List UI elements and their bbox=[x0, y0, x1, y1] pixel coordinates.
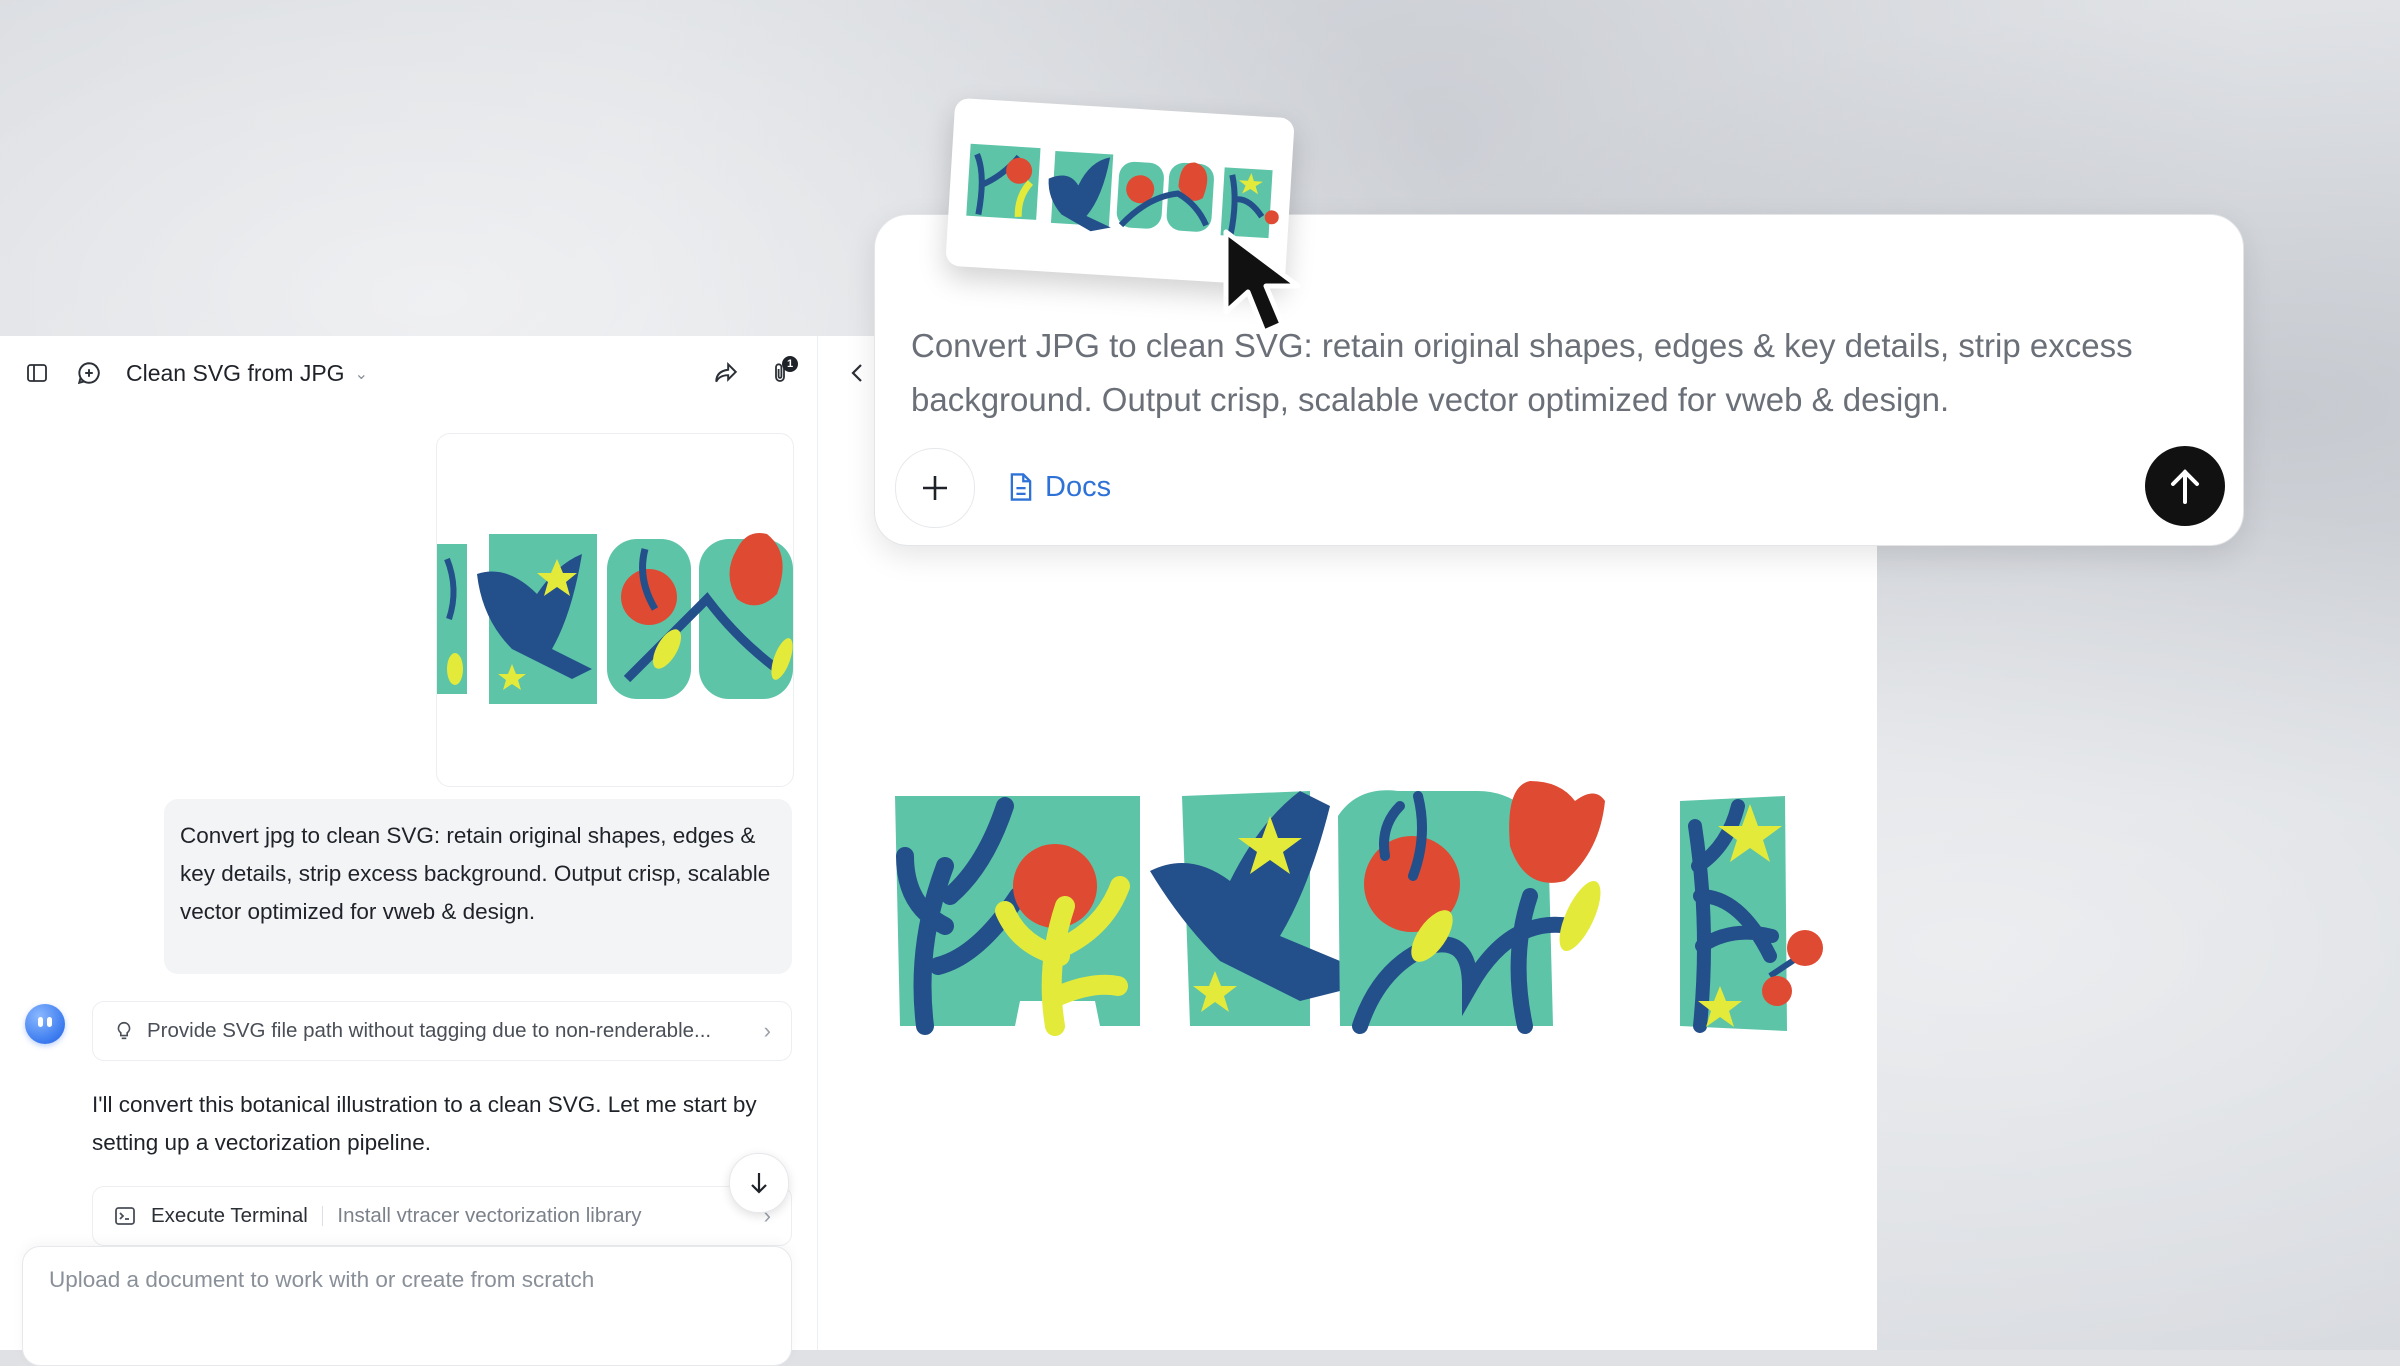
attachment-count-badge: 1 bbox=[782, 356, 798, 372]
hint-text: Provide SVG file path without tagging du… bbox=[147, 1019, 712, 1042]
scroll-down-button[interactable] bbox=[729, 1153, 789, 1213]
mouse-cursor-icon bbox=[1223, 229, 1301, 335]
terminal-icon bbox=[115, 1207, 135, 1225]
paperclip-icon[interactable]: 1 bbox=[765, 356, 798, 388]
execute-terminal-description: Install vtracer vectorization library bbox=[337, 1204, 642, 1227]
collapse-panel-icon[interactable] bbox=[842, 358, 872, 388]
docs-label: Docs bbox=[1045, 470, 1112, 503]
chat-input-placeholder: Upload a document to work with or create… bbox=[49, 1267, 595, 1292]
execute-terminal-label: Execute Terminal bbox=[151, 1204, 308, 1227]
chat-input[interactable]: Upload a document to work with or create… bbox=[22, 1246, 792, 1366]
chat-panel: Clean SVG from JPG ⌄ 1 Convert jpg to cl… bbox=[0, 336, 818, 1366]
chat-title[interactable]: Clean SVG from JPG ⌄ bbox=[126, 360, 368, 387]
user-message: Convert jpg to clean SVG: retain origina… bbox=[164, 799, 792, 974]
arrow-down-icon bbox=[751, 1173, 767, 1194]
docs-button[interactable]: Docs bbox=[1007, 465, 1111, 509]
sidebar-toggle-icon[interactable] bbox=[22, 358, 52, 388]
document-icon bbox=[1010, 473, 1032, 501]
new-chat-icon[interactable] bbox=[74, 358, 104, 388]
chat-toolbar: Clean SVG from JPG ⌄ 1 bbox=[0, 336, 817, 410]
plus-icon bbox=[923, 476, 947, 500]
execute-terminal-card[interactable]: Execute Terminal Install vtracer vectori… bbox=[92, 1186, 792, 1246]
divider bbox=[321, 1206, 324, 1226]
send-button[interactable] bbox=[2145, 446, 2225, 526]
assistant-avatar bbox=[25, 1004, 65, 1044]
svg-preview-artwork bbox=[890, 776, 1840, 1116]
chat-title-label: Clean SVG from JPG bbox=[126, 360, 345, 386]
prompt-input[interactable]: Convert JPG to clean SVG: retain origina… bbox=[911, 319, 2171, 427]
user-image-attachment[interactable] bbox=[436, 433, 794, 787]
arrow-up-icon bbox=[2171, 469, 2199, 504]
chevron-down-icon: ⌄ bbox=[354, 365, 368, 383]
chevron-right-icon: › bbox=[763, 1018, 771, 1043]
assistant-message: I'll convert this botanical illustration… bbox=[92, 1092, 757, 1155]
lightbulb-icon bbox=[117, 1021, 131, 1040]
hint-card[interactable]: Provide SVG file path without tagging du… bbox=[92, 1001, 792, 1061]
add-button[interactable] bbox=[895, 448, 975, 528]
share-icon[interactable] bbox=[711, 358, 741, 388]
